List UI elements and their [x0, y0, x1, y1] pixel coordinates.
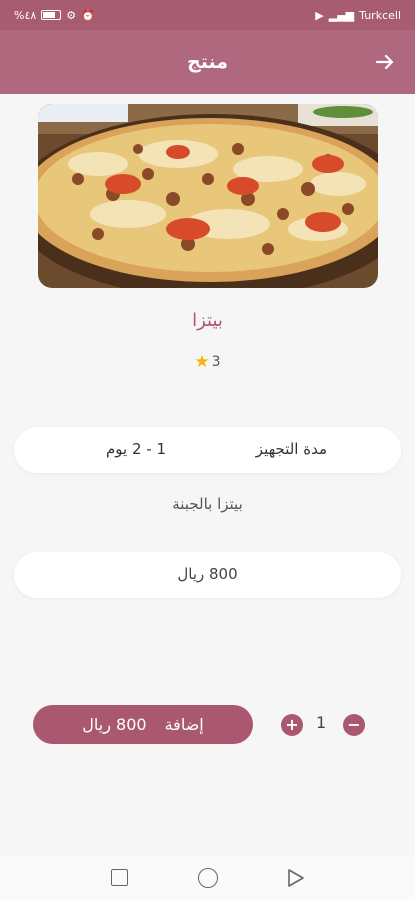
product-image [38, 104, 378, 288]
product-rating: ★ 3 [0, 352, 415, 372]
product-price: 800 ريال [177, 565, 238, 583]
system-nav-bar [0, 856, 415, 900]
quantity-value: 1 [316, 713, 327, 732]
plus-icon[interactable]: + [281, 714, 303, 736]
alarm-icon: ⏰ [81, 8, 95, 22]
add-button-price: 800 ريال [82, 715, 147, 734]
status-left: %٤٨ ⚙ ⏰ [14, 9, 95, 22]
back-triangle-icon[interactable] [287, 868, 305, 888]
prep-time-value: 1 - 2 يوم [106, 440, 167, 458]
product-description: بيتزا بالجبنة [172, 495, 243, 513]
pizza-illustration [38, 104, 378, 288]
rating-value: 3 [211, 354, 221, 370]
battery-icon [41, 10, 62, 20]
page-title: منتج [187, 51, 228, 73]
recent-apps-icon[interactable] [111, 869, 128, 886]
status-right: ▶ ▂▄▆ Turkcell [315, 9, 401, 22]
signal-icon: ▂▄▆ [328, 8, 355, 22]
home-icon[interactable] [198, 868, 218, 888]
add-button-label: إضافة [164, 715, 204, 734]
minus-icon[interactable]: − [343, 714, 365, 736]
prep-time-card: 1 - 2 يوم مدة التجهيز [14, 427, 401, 473]
app-header: منتج [0, 30, 415, 94]
product-name: بيتزا [192, 310, 223, 331]
video-icon: ▶ [315, 8, 324, 22]
battery-text: %٤٨ [14, 8, 37, 22]
add-to-cart-button[interactable]: إضافة 800 ريال [33, 705, 253, 744]
wifi-status-icon: ⚙ [66, 8, 77, 22]
status-bar: %٤٨ ⚙ ⏰ ▶ ▂▄▆ Turkcell [0, 0, 415, 30]
price-card: 800 ريال [14, 552, 401, 598]
prep-time-label: مدة التجهيز [255, 440, 327, 458]
star-icon: ★ [194, 352, 210, 372]
carrier-name: Turkcell [359, 8, 401, 22]
arrow-right-icon[interactable] [373, 50, 397, 74]
